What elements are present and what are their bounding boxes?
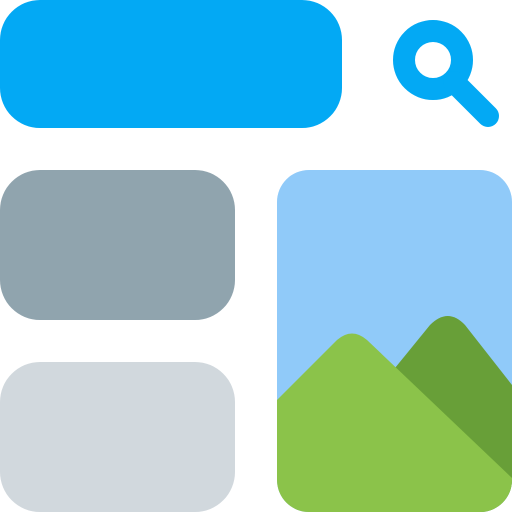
image-panel[interactable]: [277, 170, 512, 512]
content-card-top[interactable]: [0, 170, 235, 320]
content-card-bottom[interactable]: [0, 362, 235, 512]
ui-layout-illustration: [0, 0, 512, 512]
search-icon-handle: [443, 71, 499, 127]
search-icon[interactable]: [384, 20, 512, 128]
search-bar[interactable]: [0, 0, 342, 128]
